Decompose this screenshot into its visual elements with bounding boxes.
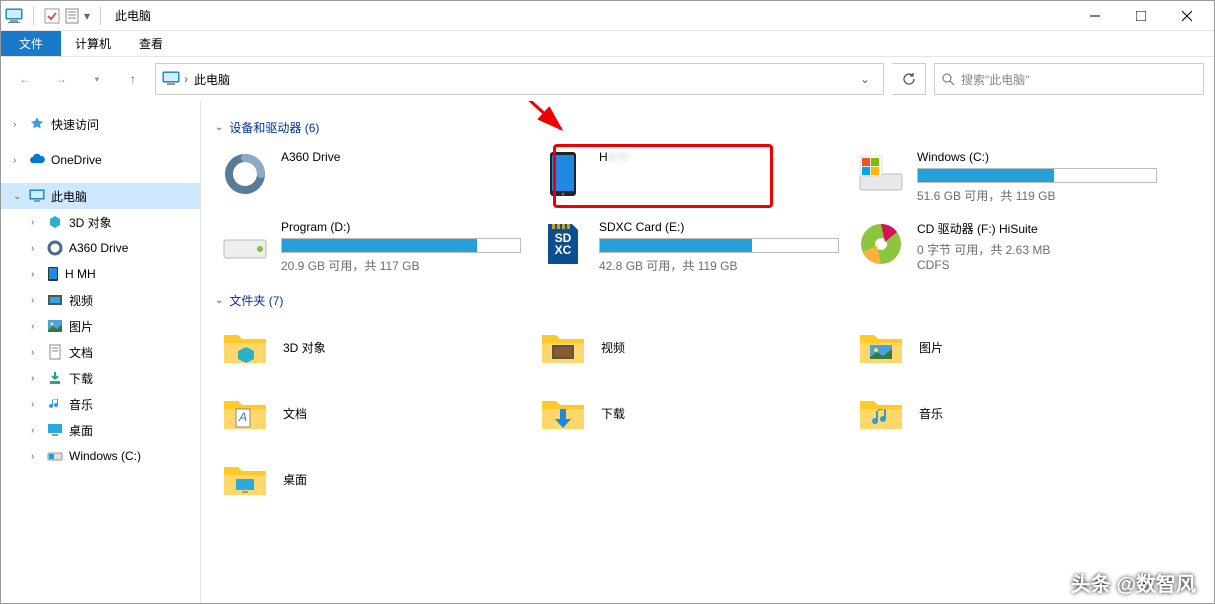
download-icon (47, 370, 63, 386)
sidebar-item-windows-c[interactable]: ›Windows (C:) (1, 443, 200, 469)
sd-card-icon: SDXC (537, 218, 589, 270)
maximize-button[interactable] (1118, 2, 1164, 30)
document-icon (47, 344, 63, 360)
folder-icon (219, 453, 271, 505)
sidebar-item-music[interactable]: ›音乐 (1, 391, 200, 417)
svg-text:A: A (238, 410, 247, 424)
tab-computer[interactable]: 计算机 (61, 31, 125, 56)
ribbon: 文件 计算机 查看 (1, 31, 1214, 57)
tab-view[interactable]: 查看 (125, 31, 177, 56)
video-icon (47, 292, 63, 308)
svg-text:XC: XC (555, 243, 572, 257)
group-folders[interactable]: ⌄文件夹 (7) (215, 292, 1200, 309)
search-icon (941, 72, 955, 86)
breadcrumb[interactable]: 此电脑 (190, 71, 234, 88)
folder-music[interactable]: 音乐 (851, 383, 1161, 443)
forward-button[interactable]: → (47, 65, 75, 93)
chevron-down-icon[interactable]: ⌄ (851, 72, 879, 86)
drive-program-d[interactable]: Program (D:)20.9 GB 可用，共 117 GB (215, 214, 525, 278)
back-button[interactable]: ← (11, 65, 39, 93)
titlebar: ▾ 此电脑 (1, 1, 1214, 31)
dropdown-icon[interactable]: ▾ (84, 9, 90, 23)
folder-icon (855, 387, 907, 439)
folder-documents[interactable]: A文档 (215, 383, 525, 443)
folder-desktop[interactable]: 桌面 (215, 449, 525, 509)
capacity-bar (917, 168, 1157, 183)
sidebar-item-thispc[interactable]: ⌄此电脑 (1, 183, 200, 209)
folder-videos[interactable]: 视频 (533, 317, 843, 377)
refresh-button[interactable] (892, 63, 926, 95)
pc-icon (160, 68, 182, 90)
pc-icon (5, 7, 23, 25)
checkbox-icon[interactable] (44, 8, 60, 24)
folder-downloads[interactable]: 下载 (533, 383, 843, 443)
folder-icon (537, 387, 589, 439)
cloud-icon (29, 152, 45, 168)
folder-icon (219, 321, 271, 373)
sidebar-item-videos[interactable]: ›视频 (1, 287, 200, 313)
sidebar-item-downloads[interactable]: ›下载 (1, 365, 200, 391)
star-icon (29, 116, 45, 132)
watermark: 头条 @数智风 (1071, 568, 1196, 597)
properties-icon[interactable] (64, 8, 80, 24)
address-bar[interactable]: › 此电脑 ⌄ (155, 63, 884, 95)
capacity-bar (281, 238, 521, 253)
minimize-button[interactable] (1072, 2, 1118, 30)
chevron-right-icon[interactable]: › (184, 72, 188, 86)
phone-icon (47, 266, 59, 282)
folder-3d[interactable]: 3D 对象 (215, 317, 525, 377)
a360-icon (219, 148, 271, 200)
folder-icon (537, 321, 589, 373)
folder-icon (855, 321, 907, 373)
drive-phone[interactable]: HH H (533, 144, 843, 208)
sidebar-item-desktop[interactable]: ›桌面 (1, 417, 200, 443)
drive-a360[interactable]: A360 Drive (215, 144, 525, 208)
folder-icon: A (219, 387, 271, 439)
sidebar-item-documents[interactable]: ›文档 (1, 339, 200, 365)
drive-cd-f[interactable]: CD 驱动器 (F:) HiSuite0 字节 可用，共 2.63 MBCDFS (851, 214, 1161, 278)
cd-icon (855, 218, 907, 270)
drive-icon (47, 448, 63, 464)
sidebar-item-device[interactable]: ›H MH (1, 261, 200, 287)
phone-icon (537, 148, 589, 200)
drive-icon (219, 218, 271, 270)
a360-icon (47, 240, 63, 256)
capacity-bar (599, 238, 839, 253)
search-input[interactable]: 搜索"此电脑" (934, 63, 1204, 95)
address-row: ← → ▼ ↑ › 此电脑 ⌄ 搜索"此电脑" (1, 57, 1214, 101)
tab-file[interactable]: 文件 (1, 31, 61, 56)
sidebar-item-pictures[interactable]: ›图片 (1, 313, 200, 339)
window-title: 此电脑 (115, 7, 151, 24)
picture-icon (47, 318, 63, 334)
group-devices[interactable]: ⌄设备和驱动器 (6) (215, 119, 1200, 136)
sidebar-item-quick-access[interactable]: ›快速访问 (1, 111, 200, 137)
drive-windows-c[interactable]: Windows (C:)51.6 GB 可用，共 119 GB (851, 144, 1161, 208)
main-content: ⌄设备和驱动器 (6) A360 Drive HH H Windows (C:)… (201, 101, 1214, 603)
cube-icon (47, 214, 63, 230)
recent-dropdown[interactable]: ▼ (83, 65, 111, 93)
up-button[interactable]: ↑ (119, 65, 147, 93)
sidebar-item-a360[interactable]: ›A360 Drive (1, 235, 200, 261)
folder-pictures[interactable]: 图片 (851, 317, 1161, 377)
sidebar-item-3d[interactable]: ›3D 对象 (1, 209, 200, 235)
pc-icon (29, 188, 45, 204)
search-placeholder: 搜索"此电脑" (961, 71, 1030, 88)
close-button[interactable] (1164, 2, 1210, 30)
drive-windows-icon (855, 148, 907, 200)
drive-sdxc-e[interactable]: SDXC SDXC Card (E:)42.8 GB 可用，共 119 GB (533, 214, 843, 278)
sidebar-item-onedrive[interactable]: ›OneDrive (1, 147, 200, 173)
sidebar: ›快速访问 ›OneDrive ⌄此电脑 ›3D 对象 ›A360 Drive … (1, 101, 201, 603)
music-icon (47, 396, 63, 412)
desktop-icon (47, 422, 63, 438)
